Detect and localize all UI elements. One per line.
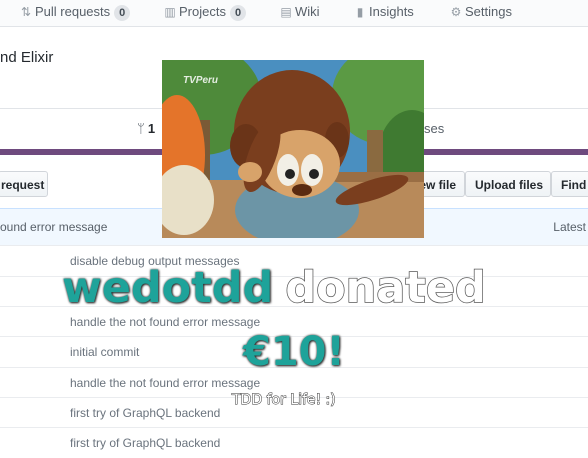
repo-nav: ⇅ Pull requests 0 ▥ Projects 0 ▤ Wiki ▮ Insigh… — [0, 0, 588, 27]
donor-name: wedotdd — [61, 262, 274, 314]
file-row: first try of GraphQL backend — [0, 427, 588, 458]
pull-requests-counter: 0 — [114, 5, 131, 21]
git-pull-request-icon: ⇅ — [20, 5, 32, 19]
latest-commit-label[interactable]: Latest — [553, 220, 586, 234]
repo-description: nd Elixir — [0, 49, 54, 66]
graph-icon: ▮ — [356, 5, 364, 19]
nav-projects-label: Projects — [179, 4, 226, 19]
nav-insights[interactable]: ▮ Insights — [354, 3, 414, 21]
nav-wiki[interactable]: ▤ Wiki — [280, 3, 320, 21]
nav-insights-label: Insights — [369, 4, 414, 19]
nav-pull-requests[interactable]: ⇅ Pull requests 0 — [20, 3, 131, 21]
nav-projects[interactable]: ▥ Projects 0 — [164, 3, 247, 21]
project-icon: ▥ — [164, 5, 176, 19]
donation-amount: €10! — [242, 328, 346, 376]
file-commit-message[interactable]: handle the not found error message — [70, 315, 260, 329]
branch-icon: ᛘ — [137, 121, 145, 136]
branches-count: 1 — [147, 121, 156, 136]
nav-settings-label: Settings — [465, 4, 512, 19]
find-file-button[interactable]: Find — [551, 171, 588, 197]
new-pull-request-button[interactable]: request — [0, 171, 48, 197]
projects-counter: 0 — [229, 5, 247, 21]
donation-gif: TVPeru — [162, 60, 424, 238]
nav-wiki-label: Wiki — [295, 4, 320, 19]
donation-message: TDD for Life! :) — [232, 392, 337, 409]
file-commit-message[interactable]: first try of GraphQL backend — [70, 406, 220, 420]
releases-summary[interactable]: ses — [424, 121, 444, 136]
gif-watermark: TVPeru — [183, 75, 219, 86]
latest-commit-message[interactable]: ound error message — [0, 220, 107, 234]
donation-headline: wedotdd donated — [61, 262, 522, 314]
donated-label: donated — [285, 262, 487, 314]
file-commit-message[interactable]: handle the not found error message — [70, 376, 260, 390]
nav-pull-requests-label: Pull requests — [35, 4, 111, 19]
monkey-puppet-image — [162, 60, 424, 238]
upload-files-button[interactable]: Upload files — [465, 171, 551, 197]
book-icon: ▤ — [280, 5, 292, 19]
file-commit-message[interactable]: first try of GraphQL backend — [70, 436, 220, 450]
gear-icon: ⚙ — [450, 5, 462, 19]
nav-settings[interactable]: ⚙ Settings — [450, 3, 512, 21]
branches-summary[interactable]: ᛘ1 — [137, 121, 155, 136]
file-commit-message[interactable]: initial commit — [70, 345, 139, 359]
